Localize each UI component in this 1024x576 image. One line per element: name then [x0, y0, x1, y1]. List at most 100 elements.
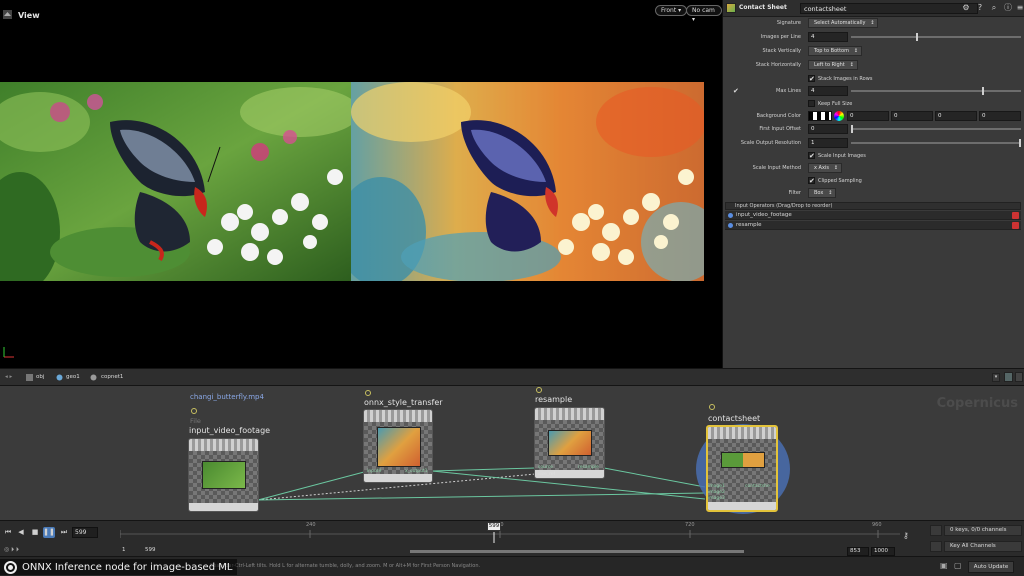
audio-icon[interactable]: ◎ ⏵ ⏵ [4, 546, 19, 554]
scene-viewport[interactable]: View Front ▾ No cam ▾ [0, 0, 722, 368]
stylized-image [351, 82, 704, 281]
chat-icon[interactable]: ▣ [940, 561, 950, 571]
input-operator-item[interactable]: input_video_footage [725, 211, 1021, 220]
scale-output-resolution-slider[interactable] [851, 139, 1021, 147]
info-icon[interactable]: ⓘ [1003, 3, 1013, 13]
contactsheet-output-port-label[interactable]: contactshe [745, 484, 770, 489]
max-lines-knob[interactable] [981, 87, 984, 95]
images-per-line-field[interactable]: 4 [808, 32, 848, 42]
scale-output-resolution-row: Scale Output Resolution 1 [723, 138, 1024, 149]
node-flag-icon[interactable] [536, 387, 542, 393]
stop-icon[interactable]: ■ [29, 527, 41, 538]
max-lines-row: ✔ Max Lines 4 [723, 86, 1024, 97]
options-icon[interactable] [1015, 372, 1023, 382]
timeline-ruler[interactable]: 240 480 720 960 599 [120, 521, 900, 543]
first-input-offset-knob[interactable] [851, 125, 853, 133]
playhead-marker[interactable]: 599 [487, 522, 501, 531]
color-wheel-icon[interactable] [834, 111, 844, 121]
bg-color-r-field[interactable]: 0 [847, 111, 889, 121]
images-per-line-slider[interactable] [851, 33, 1021, 41]
remove-input-icon[interactable] [1012, 212, 1019, 219]
scale-input-method-dropdown[interactable]: x Axis [808, 163, 842, 173]
front-view-button[interactable]: Front ▾ [655, 5, 688, 16]
range-start-field[interactable]: 1 [120, 547, 138, 556]
gear-icon[interactable]: ⚙ [961, 3, 971, 13]
breadcrumb-geo1[interactable]: geo1 [66, 374, 80, 380]
keys-icon[interactable] [930, 525, 942, 536]
node-name-field[interactable]: contactsheet [800, 3, 978, 14]
node-flag-icon[interactable] [709, 404, 715, 410]
first-input-offset-label: First Input Offset [759, 126, 801, 132]
max-lines-field[interactable]: 4 [808, 86, 848, 96]
back-arrow-icon[interactable]: ◂ ▸ [5, 374, 12, 380]
key-icon[interactable]: ⚷ [903, 531, 915, 543]
last-frame-icon[interactable]: ⏭ [58, 527, 70, 538]
range-end-field[interactable]: 853 [847, 547, 869, 556]
scale-input-method-row: Scale Input Method x Axis [723, 163, 1024, 174]
remove-input-icon[interactable] [1012, 222, 1019, 229]
menu-icon[interactable]: ≡ [1015, 3, 1024, 13]
bg-color-g-field[interactable]: 0 [891, 111, 933, 121]
notification-icon[interactable]: ▢ [954, 561, 964, 571]
scale-output-resolution-knob[interactable] [1019, 139, 1021, 147]
camera-button[interactable]: No cam ▾ [686, 5, 722, 23]
node-flag-icon[interactable] [365, 390, 371, 396]
stack-vertically-row: Stack Vertically Top to Bottom [723, 46, 1024, 57]
play-reverse-icon[interactable]: ◀ [15, 527, 27, 538]
clipped-sampling-row: ✔ Clipped Sampling [723, 176, 1024, 187]
contactsheet-input-port-label[interactable]: image1 [708, 484, 725, 489]
scale-input-images-label: Scale Input Images [818, 153, 866, 159]
first-input-offset-slider[interactable] [851, 125, 1021, 133]
path-dropdown-icon[interactable]: ▾ [992, 373, 1000, 382]
bg-color-a-field[interactable]: 0 [979, 111, 1021, 121]
current-frame-field[interactable]: 599 [72, 527, 98, 538]
stack-horizontally-dropdown[interactable]: Left to Right [808, 60, 858, 70]
resample-source-port-label[interactable]: source [538, 465, 553, 470]
wires [257, 467, 706, 501]
filter-dropdown[interactable]: Box [808, 188, 837, 198]
front-view-label: Front [661, 7, 677, 14]
first-frame-icon[interactable]: ⏮ [2, 527, 14, 538]
auto-update-button[interactable]: Auto Update [968, 561, 1014, 573]
input-thumbnail [202, 461, 246, 489]
bg-color-b-field[interactable]: 0 [935, 111, 977, 121]
signature-dropdown[interactable]: Select Automatically [808, 18, 879, 28]
scale-output-resolution-field[interactable]: 1 [808, 138, 848, 148]
background-color-swatch[interactable] [808, 111, 832, 121]
help-icon[interactable]: ? [975, 3, 985, 13]
resample-sizeref-port-label[interactable]: size_ref [538, 472, 555, 477]
key-all-channels-button[interactable]: Key All Channels [944, 541, 1022, 552]
images-per-line-knob[interactable] [915, 33, 918, 41]
breadcrumb-obj[interactable]: obj [36, 374, 44, 380]
max-lines-toggle[interactable]: ✔ [733, 87, 739, 95]
pause-icon[interactable]: ❚❚ [43, 527, 55, 538]
stack-rows-checkbox[interactable]: ✔ [808, 75, 815, 83]
status-bar: Spacebar-Ctrl-Left tilts. Hold L for alt… [0, 556, 1024, 576]
stack-vertically-dropdown[interactable]: Top to Bottom [808, 46, 862, 56]
range-slider[interactable] [410, 550, 744, 553]
clipped-sampling-checkbox[interactable]: ✔ [808, 177, 815, 185]
node-flag-icon[interactable] [191, 408, 197, 414]
pin-icon[interactable] [1004, 372, 1013, 382]
resample-output-port-label[interactable]: resample [578, 465, 599, 470]
onnx-input-port-label[interactable]: input9 [367, 469, 381, 474]
keys-channels-dropdown[interactable]: 0 keys, 0/0 channels [944, 525, 1022, 536]
range-end-display[interactable]: 1000 [871, 547, 895, 556]
wire [603, 467, 706, 488]
viewport-menu-icon[interactable] [3, 10, 12, 19]
contactsheet-input-port-label[interactable]: image2 [708, 490, 725, 495]
scale-input-images-checkbox[interactable]: ✔ [808, 152, 815, 160]
max-lines-slider[interactable] [851, 87, 1021, 95]
range-start-display[interactable]: 599 [143, 547, 165, 556]
input-operator-item[interactable]: resample [725, 221, 1021, 230]
keep-full-size-checkbox[interactable] [808, 100, 815, 107]
key-all-icon[interactable] [930, 541, 942, 552]
contactsheet-input-port-label[interactable]: image3 [708, 496, 725, 501]
network-editor[interactable]: Copernicus changi_butterfly.mp4 File inp… [0, 386, 1024, 520]
input-video-footage-node[interactable] [188, 438, 259, 512]
contactsheet-node-title: contactsheet [708, 414, 761, 423]
onnx-output-port-label[interactable]: x_output1 [405, 469, 428, 474]
breadcrumb-copnet1[interactable]: copnet1 [101, 374, 123, 380]
first-input-offset-field[interactable]: 0 [808, 124, 848, 134]
search-icon[interactable]: ⌕ [989, 3, 999, 13]
